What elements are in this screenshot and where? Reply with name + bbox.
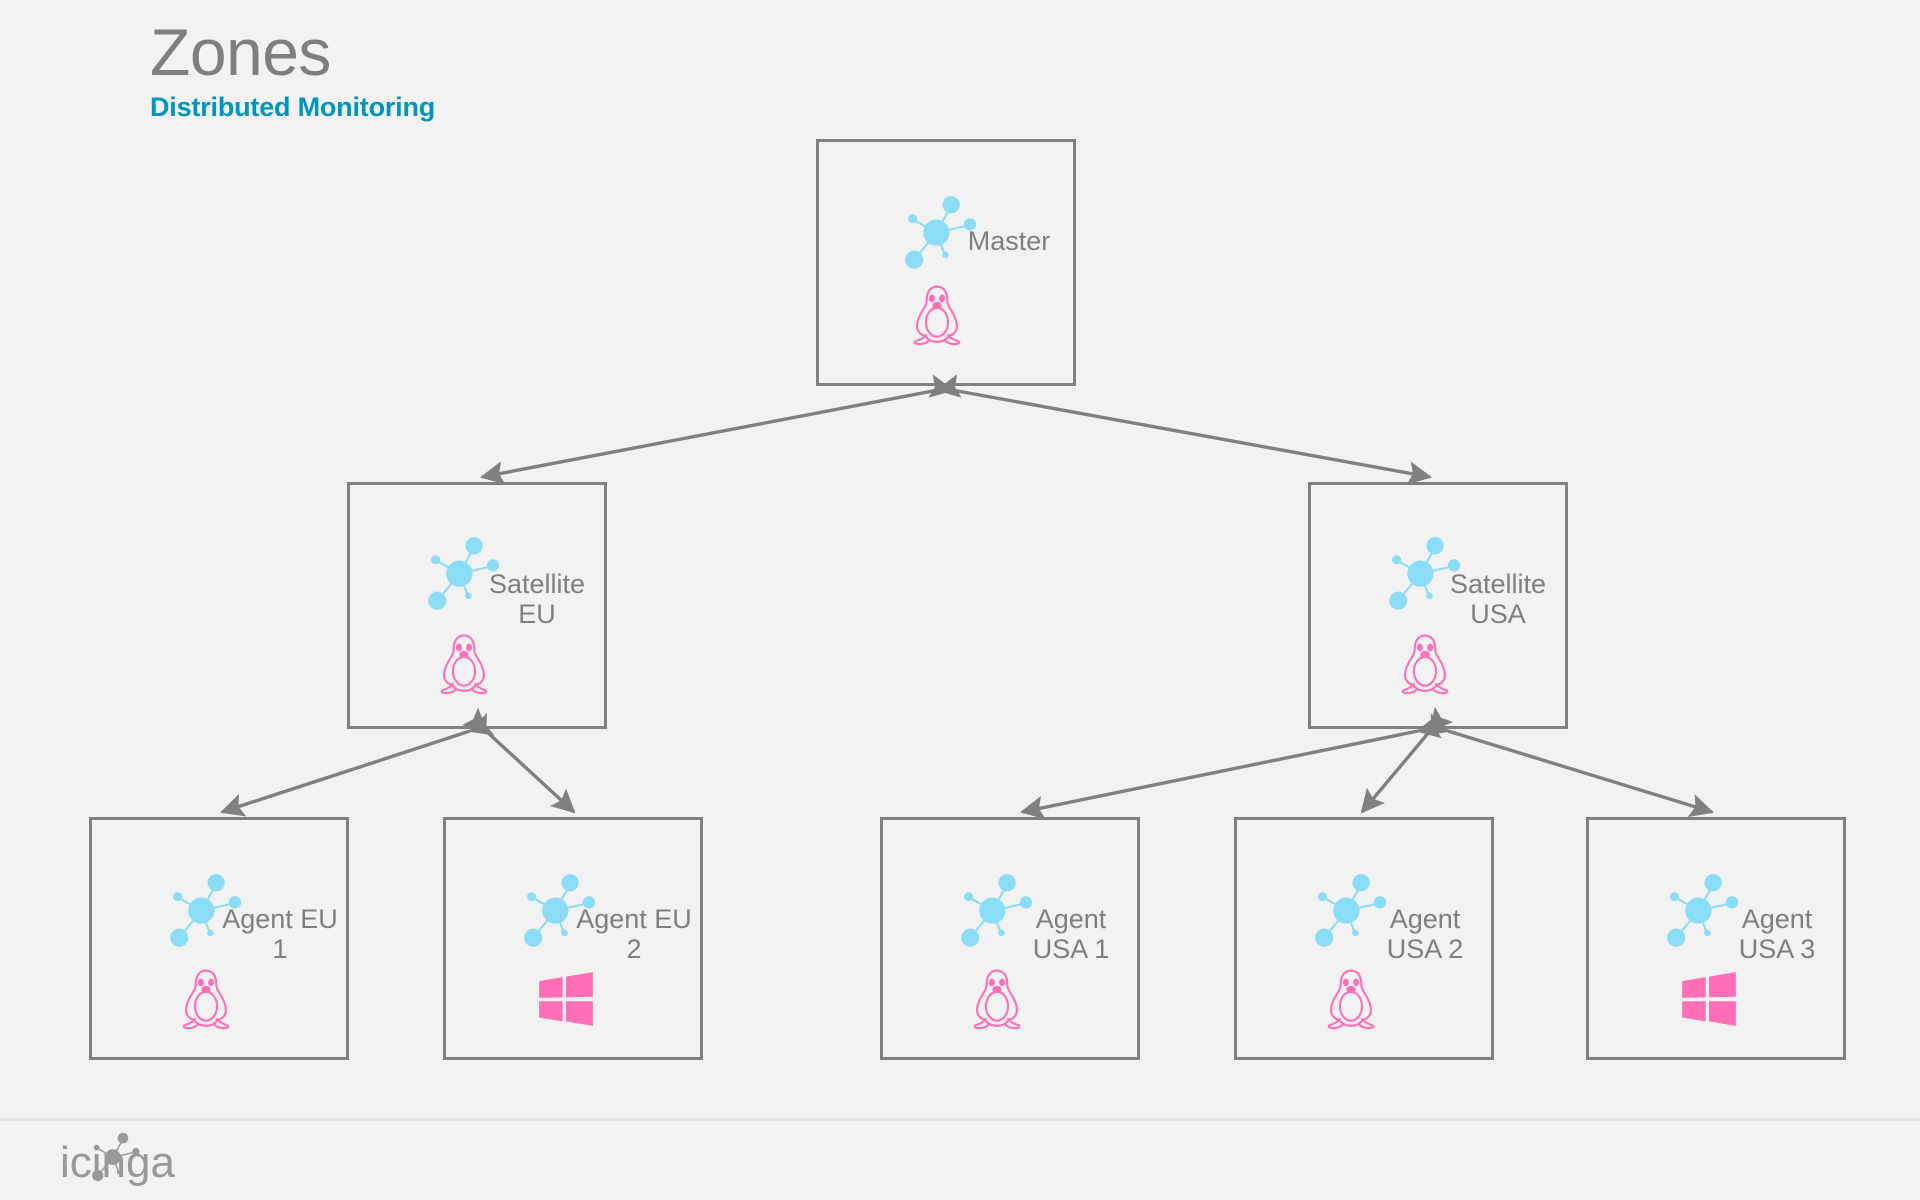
node-box-agent-usa-1[interactable]: Agent USA 1: [880, 817, 1140, 1060]
node-content-agent-usa-1: Agent USA 1: [883, 820, 1137, 1057]
footer-divider: [0, 1118, 1920, 1121]
tux-penguin-icon: [1327, 969, 1375, 1030]
node-box-agent-usa-3[interactable]: Agent USA 3: [1586, 817, 1846, 1060]
node-box-satellite-eu[interactable]: Satellite EU: [347, 482, 607, 729]
connector-satellite-usa-agent-usa-3: [1423, 713, 1714, 817]
page-title: Zones: [150, 15, 331, 89]
tux-penguin-icon: [973, 969, 1021, 1030]
node-content-agent-eu-1: Agent EU 1: [92, 820, 346, 1057]
node-box-master[interactable]: Master: [816, 139, 1076, 386]
tux-penguin-icon: [913, 285, 961, 346]
node-box-agent-usa-2[interactable]: Agent USA 2: [1234, 817, 1494, 1060]
connector-satellite-eu-agent-eu-1: [220, 712, 495, 817]
node-content-satellite-eu: Satellite EU: [350, 485, 604, 726]
node-content-agent-usa-2: Agent USA 2: [1237, 820, 1491, 1057]
tux-penguin-icon: [440, 634, 488, 695]
node-label-agent-eu-1: Agent EU 1: [222, 904, 338, 965]
connector-satellite-usa-agent-usa-2: [1360, 706, 1454, 814]
connector-satellite-usa-agent-usa-1: [1020, 714, 1442, 820]
connector-master-satellite-eu: [479, 374, 962, 485]
connector-satellite-eu-agent-eu-2: [461, 707, 576, 814]
page-subtitle: Distributed Monitoring: [150, 92, 436, 123]
node-content-master: Master: [819, 142, 1073, 383]
node-content-satellite-usa: Satellite USA: [1311, 485, 1565, 726]
node-label-satellite-usa: Satellite USA: [1449, 569, 1547, 630]
node-label-agent-usa-3: Agent USA 3: [1738, 904, 1816, 965]
tux-penguin-icon: [182, 969, 230, 1030]
tux-penguin-icon: [1401, 634, 1449, 695]
node-label-agent-eu-2: Agent EU 2: [576, 904, 692, 965]
node-label-master: Master: [967, 226, 1051, 256]
node-label-agent-usa-1: Agent USA 1: [1032, 904, 1110, 965]
node-content-agent-eu-2: Agent EU 2: [446, 820, 700, 1057]
windows-logo-icon: [539, 972, 593, 1026]
slide-canvas: Zones Distributed Monitoring Master Sate…: [0, 0, 1920, 1200]
windows-logo-icon: [1682, 972, 1736, 1026]
connector-master-satellite-usa: [928, 374, 1433, 485]
icinga-wordmark: icinga: [60, 1138, 175, 1187]
node-label-agent-usa-2: Agent USA 2: [1386, 904, 1464, 965]
node-box-satellite-usa[interactable]: Satellite USA: [1308, 482, 1568, 729]
node-box-agent-eu-2[interactable]: Agent EU 2: [443, 817, 703, 1060]
slide-header: Zones Distributed Monitoring: [150, 15, 850, 123]
node-label-satellite-eu: Satellite EU: [488, 569, 586, 630]
node-box-agent-eu-1[interactable]: Agent EU 1: [89, 817, 349, 1060]
node-content-agent-usa-3: Agent USA 3: [1589, 820, 1843, 1057]
